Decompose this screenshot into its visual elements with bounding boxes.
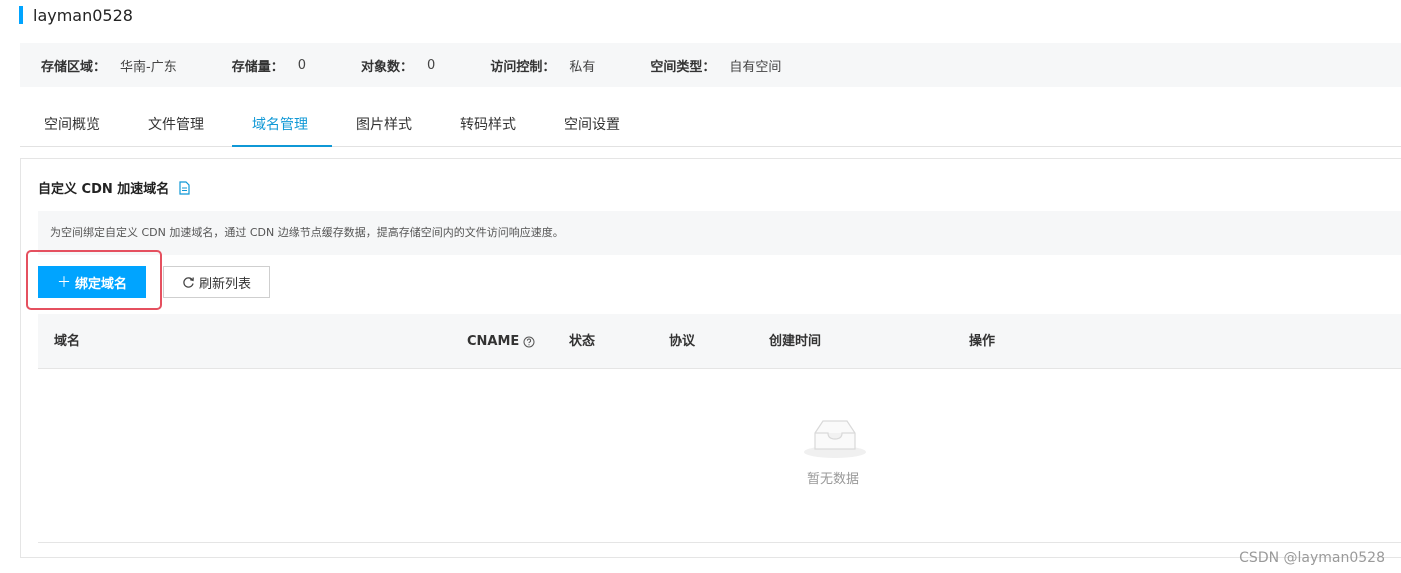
title-accent-bar bbox=[19, 6, 23, 24]
domain-table: 域名 CNAME 状态 协议 创建时间 操作 暂无数据 bbox=[38, 314, 1401, 543]
info-value: 自有空间 bbox=[729, 59, 782, 75]
info-label: 对象数： bbox=[361, 59, 414, 75]
tab-image-styles[interactable]: 图片样式 bbox=[332, 104, 436, 146]
bucket-title-bar: layman0528 bbox=[19, 4, 133, 26]
panel-title-text: 自定义 CDN 加速域名 bbox=[38, 182, 170, 197]
tab-file-management[interactable]: 文件管理 bbox=[124, 104, 228, 146]
col-created-time: 创建时间 bbox=[769, 334, 822, 349]
info-value: 私有 bbox=[569, 59, 596, 75]
info-storage: 存储量： 0 bbox=[232, 56, 306, 75]
panel-title: 自定义 CDN 加速域名 bbox=[38, 178, 191, 197]
table-body: 暂无数据 bbox=[38, 369, 1401, 543]
info-access-control: 访问控制： 私有 bbox=[490, 56, 595, 75]
col-protocol: 协议 bbox=[669, 334, 696, 349]
bucket-tabs: 空间概览 文件管理 域名管理 图片样式 转码样式 空间设置 bbox=[20, 104, 1401, 147]
info-label: 访问控制： bbox=[490, 59, 556, 75]
info-label: 存储区域： bbox=[41, 59, 107, 75]
table-header: 域名 CNAME 状态 协议 创建时间 操作 bbox=[38, 314, 1401, 369]
plus-icon: ＋ bbox=[56, 274, 71, 290]
info-object-count: 对象数： 0 bbox=[361, 56, 435, 75]
info-label: 空间类型： bbox=[650, 59, 716, 75]
bind-domain-button[interactable]: ＋ 绑定域名 bbox=[38, 266, 146, 298]
bind-domain-label: 绑定域名 bbox=[74, 275, 127, 291]
refresh-icon bbox=[183, 276, 194, 288]
tab-overview[interactable]: 空间概览 bbox=[20, 104, 124, 146]
info-value: 0 bbox=[427, 57, 436, 73]
refresh-list-button[interactable]: 刷新列表 bbox=[163, 266, 270, 298]
notice-text: 为空间绑定自定义 CDN 加速域名，通过 CDN 边缘节点缓存数据，提高存储空间… bbox=[38, 211, 1401, 255]
info-space-type: 空间类型： 自有空间 bbox=[650, 56, 781, 75]
bucket-name: layman0528 bbox=[33, 5, 133, 25]
cdn-domain-panel: 自定义 CDN 加速域名 为空间绑定自定义 CDN 加速域名，通过 CDN 边缘… bbox=[20, 158, 1401, 558]
info-region: 存储区域： 华南-广东 bbox=[41, 56, 177, 75]
info-label: 存储量： bbox=[231, 59, 284, 75]
document-icon[interactable] bbox=[178, 180, 191, 195]
info-value: 华南-广东 bbox=[120, 59, 177, 75]
empty-state-text: 暂无数据 bbox=[806, 472, 859, 487]
refresh-list-label: 刷新列表 bbox=[198, 275, 251, 291]
empty-inbox-icon bbox=[804, 420, 866, 458]
watermark-text: CSDN @layman0528 bbox=[1239, 550, 1385, 566]
col-actions: 操作 bbox=[969, 334, 996, 349]
info-value: 0 bbox=[297, 57, 307, 73]
question-circle-icon[interactable] bbox=[523, 336, 535, 348]
col-domain: 域名 bbox=[54, 334, 81, 349]
tab-domain-management[interactable]: 域名管理 bbox=[228, 104, 332, 147]
col-cname: CNAME bbox=[467, 314, 535, 369]
tab-space-settings[interactable]: 空间设置 bbox=[540, 104, 644, 146]
col-cname-label: CNAME bbox=[467, 334, 520, 349]
tab-transcode-styles[interactable]: 转码样式 bbox=[436, 104, 540, 146]
bucket-info-bar: 存储区域： 华南-广东 存储量： 0 对象数： 0 访问控制： 私有 空间类型：… bbox=[20, 43, 1401, 87]
col-status: 状态 bbox=[569, 334, 596, 349]
